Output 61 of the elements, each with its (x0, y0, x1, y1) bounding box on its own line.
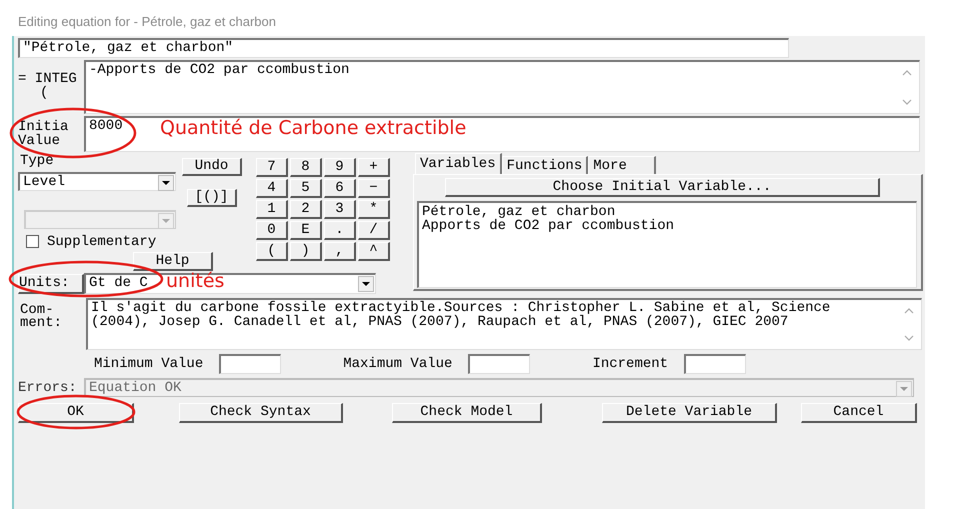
comment-label: Com- ment: (19, 301, 64, 330)
supplementary-label: Supplementary (47, 234, 156, 250)
keypad-key[interactable]: 5 (290, 179, 322, 198)
scroll-up-icon[interactable] (904, 308, 914, 314)
dialog-button[interactable]: Check Model (392, 403, 542, 423)
errors-field: Equation OK (84, 378, 914, 397)
keypad-key[interactable]: * (358, 200, 390, 219)
keypad-key[interactable]: + (358, 158, 390, 177)
range-field[interactable] (468, 354, 530, 374)
units-button[interactable]: Units: (18, 274, 84, 294)
brackets-button[interactable]: [()] (187, 189, 237, 207)
keypad-key[interactable]: ( (256, 242, 288, 261)
keypad-key[interactable]: 7 (256, 158, 288, 177)
scroll-up-icon[interactable] (902, 70, 912, 76)
keypad-key[interactable]: 6 (324, 179, 356, 198)
scroll-down-icon[interactable] (902, 99, 912, 105)
comment-field[interactable]: Il s'agit du carbone fossile extractyible.Sources : Christopher L. Sabine et al, Science (2004), Josep G. Canadell et al, PNAS (2007), Raupach et al, PNAS (2007), GIEC 2007 (86, 298, 922, 350)
keypad-key[interactable]: 2 (290, 200, 322, 219)
initial-value-label: Initia Value (18, 118, 70, 148)
keypad-key[interactable]: 1 (256, 200, 288, 219)
tab[interactable]: Variables (415, 153, 502, 174)
keypad-key[interactable]: / (358, 221, 390, 240)
range-label: Minimum Value (94, 356, 204, 372)
variable-item[interactable]: Apports de CO2 par ccombustion (422, 219, 913, 233)
integ-label: = INTEG (18, 72, 77, 86)
dialog-button[interactable]: Check Syntax (179, 403, 343, 423)
type-label: Type (19, 154, 54, 168)
undo-button[interactable]: Undo (182, 158, 242, 176)
annotation-text: Quantité de Carbone extractible (160, 117, 466, 139)
keypad-key[interactable]: , (324, 242, 356, 261)
variable-item[interactable]: Pétrole, gaz et charbon (422, 205, 913, 219)
dialog-button[interactable]: Delete Variable (602, 403, 777, 423)
range-field[interactable] (684, 354, 746, 374)
range-label: Maximum Value (343, 356, 452, 372)
window-title: Editing equation for - Pétrole, gaz et charbon (17, 13, 277, 31)
tab[interactable]: More (588, 156, 656, 174)
annotation-text: unités (166, 270, 224, 292)
keypad-key[interactable]: ) (290, 242, 322, 261)
scroll-down-icon[interactable] (904, 335, 914, 341)
name-field[interactable]: "Pétrole, gaz et charbon" (18, 38, 789, 58)
keypad-key[interactable]: − (358, 179, 390, 198)
keypad-key[interactable]: 3 (324, 200, 356, 219)
help-button[interactable]: Help (133, 252, 213, 271)
keypad-key[interactable]: 4 (256, 179, 288, 198)
keypad-key[interactable]: . (324, 221, 356, 240)
choose-variable-button[interactable]: Choose Initial Variable... (445, 178, 880, 197)
paren-label: ( (40, 86, 48, 100)
supplementary-checkbox[interactable] (26, 235, 39, 248)
keypad-key[interactable]: 8 (290, 158, 322, 177)
keypad-key[interactable]: 0 (256, 221, 288, 240)
tab[interactable]: Functions (502, 156, 588, 174)
keypad-key[interactable]: E (290, 221, 322, 240)
type-dropdown[interactable]: Level (18, 172, 176, 191)
range-label: Increment (592, 356, 668, 372)
range-field[interactable] (219, 354, 282, 374)
keypad-key[interactable]: ^ (358, 242, 390, 261)
keypad-key[interactable]: 9 (324, 158, 356, 177)
dialog-button[interactable]: Cancel (801, 403, 917, 423)
dialog-button[interactable]: OK (18, 403, 134, 423)
errors-label: Errors: (18, 380, 78, 396)
equation-field[interactable]: -Apports de CO2 par ccombustion (84, 60, 920, 114)
